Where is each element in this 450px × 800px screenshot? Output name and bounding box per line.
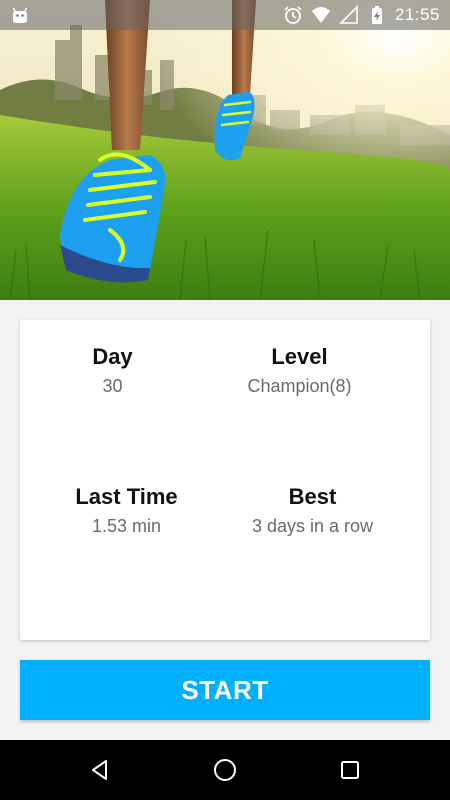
stat-best: Best 3 days in a row <box>210 483 415 537</box>
stat-level-label: Level <box>271 344 328 369</box>
stat-level: Level Champion(8) <box>197 343 402 397</box>
clock-time: 21:55 <box>394 5 440 24</box>
stat-last-time: Last Time 1.53 min <box>24 483 229 537</box>
back-icon <box>92 760 107 780</box>
alarm-icon <box>284 6 302 24</box>
app-screen: 21:55 Day 30 Level Champion(8) Last Time… <box>0 0 450 800</box>
navigation-bar <box>0 740 450 800</box>
stat-last-time-value: 1.53 min <box>91 516 162 536</box>
stat-best-value: 3 days in a row <box>251 516 374 536</box>
start-button[interactable]: START <box>20 660 430 720</box>
wifi-icon <box>311 7 330 23</box>
nav-back-button[interactable] <box>60 740 140 800</box>
stat-last-time-label: Last Time <box>75 484 178 509</box>
stat-best-label: Best <box>288 484 337 509</box>
stat-day-label: Day <box>92 344 133 369</box>
hero-image <box>0 0 450 300</box>
stats-card: Day 30 Level Champion(8) Last Time 1.53 … <box>20 320 430 640</box>
status-bar: 21:55 <box>0 0 450 30</box>
recents-icon <box>341 761 359 779</box>
android-icon <box>12 7 28 23</box>
nav-recents-button[interactable] <box>310 740 390 800</box>
stat-day: Day 30 <box>10 343 215 397</box>
stat-level-value: Champion(8) <box>247 376 352 396</box>
signal-icon <box>339 5 358 24</box>
nav-home-button[interactable] <box>185 740 265 800</box>
home-icon <box>214 759 236 781</box>
stat-day-value: 30 <box>102 376 123 396</box>
battery-charging-icon <box>371 6 382 24</box>
